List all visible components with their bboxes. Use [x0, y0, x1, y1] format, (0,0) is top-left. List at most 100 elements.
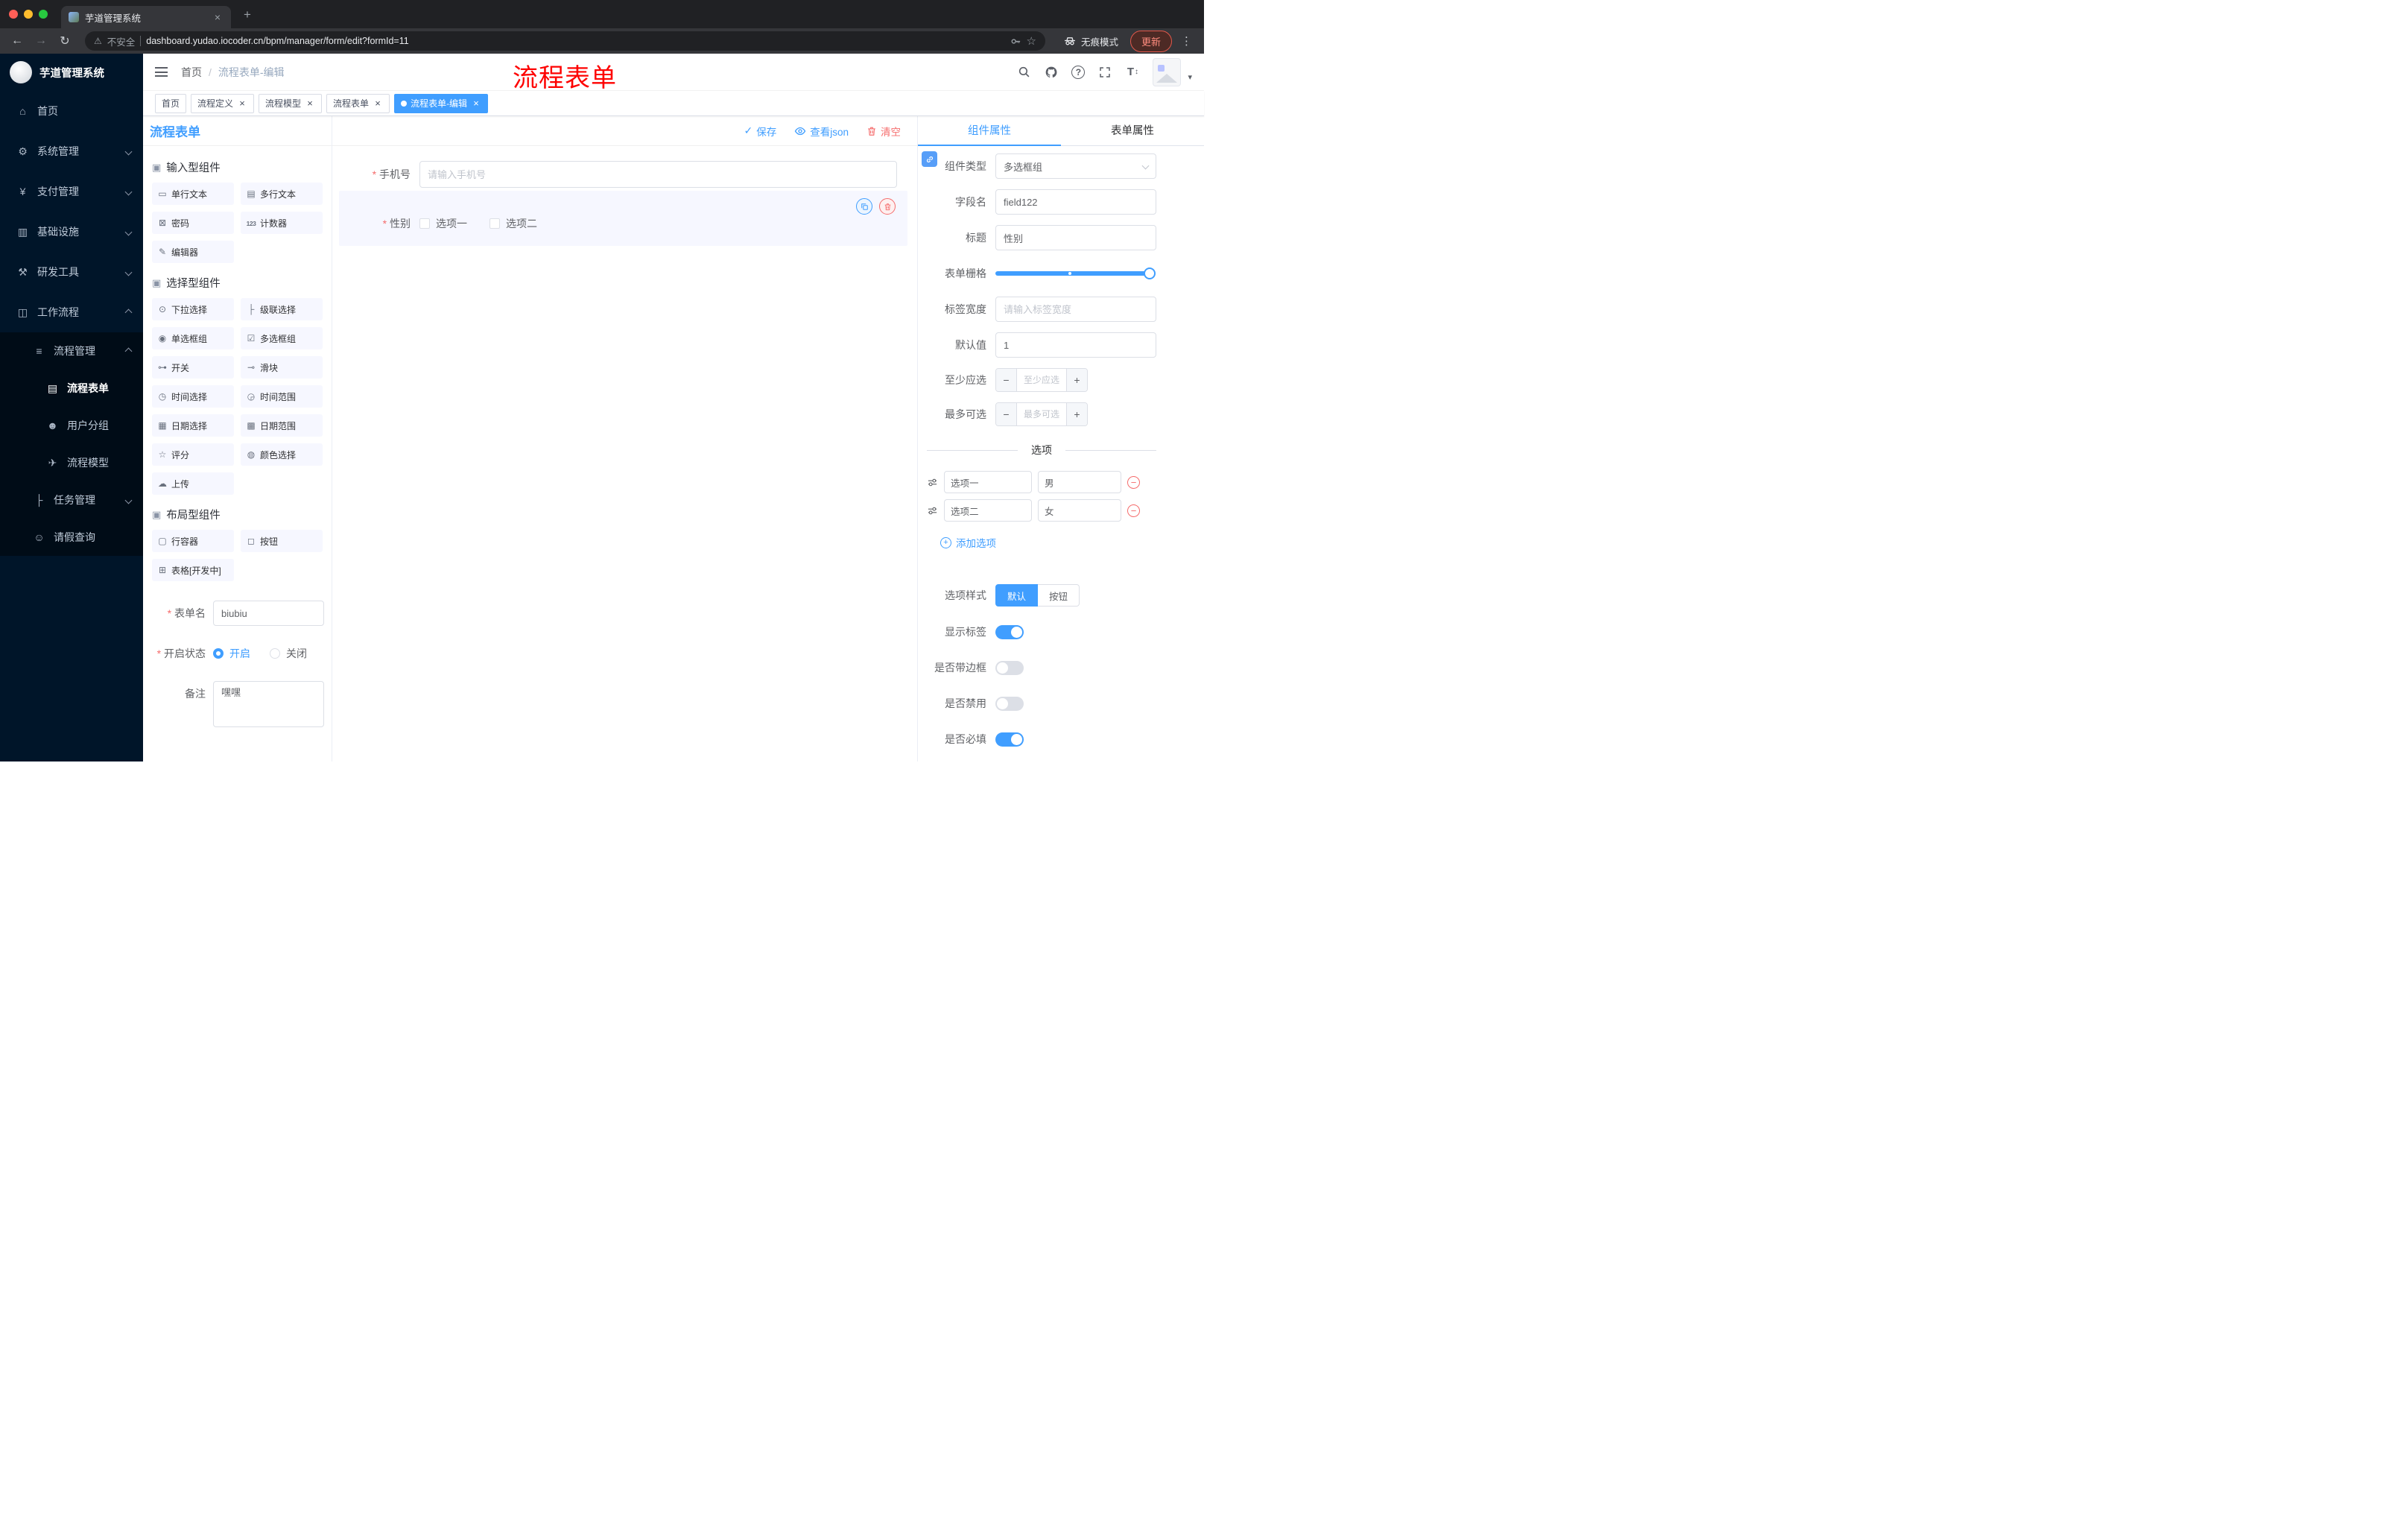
bookmark-star-icon[interactable]	[1027, 34, 1036, 48]
sidebar-item-process-mgmt[interactable]: 流程管理	[0, 332, 143, 370]
back-button[interactable]	[7, 31, 27, 51]
palette-item-checkbox-group[interactable]: 多选框组	[241, 327, 323, 349]
sidebar-item-devtools[interactable]: 研发工具	[0, 252, 143, 292]
tag-process-form[interactable]: 流程表单	[326, 93, 390, 113]
palette-item-date-picker[interactable]: 日期选择	[152, 414, 234, 437]
caret-down-icon[interactable]	[1188, 72, 1192, 82]
sidebar-item-infra[interactable]: 基础设施	[0, 212, 143, 252]
minus-button[interactable]	[996, 369, 1017, 391]
option-value-input[interactable]	[1038, 471, 1121, 493]
close-icon[interactable]	[305, 98, 315, 109]
view-json-button[interactable]: 查看json	[794, 124, 849, 139]
palette-item-table[interactable]: 表格[开发中]	[152, 559, 234, 581]
palette-item-editor[interactable]: 编辑器	[152, 241, 234, 263]
copy-component-button[interactable]	[856, 198, 872, 215]
min-select-input[interactable]	[1017, 369, 1066, 391]
max-select-input[interactable]	[1017, 403, 1066, 425]
palette-item-switch[interactable]: 开关	[152, 356, 234, 379]
palette-item-color-picker[interactable]: 颜色选择	[241, 443, 323, 466]
checkbox-option-1[interactable]: 选项一	[419, 216, 467, 231]
sidebar-toggle-icon[interactable]	[155, 67, 168, 77]
option-label-input[interactable]	[944, 471, 1032, 493]
palette-item-multi-text[interactable]: 多行文本	[241, 183, 323, 205]
palette-item-password[interactable]: 密码	[152, 212, 234, 234]
form-grid-slider[interactable]	[995, 267, 1156, 279]
close-icon[interactable]	[471, 98, 481, 109]
browser-tab[interactable]: 芋道管理系统	[61, 6, 231, 28]
tab-close-icon[interactable]	[212, 11, 224, 23]
palette-item-time-range[interactable]: 时间范围	[241, 385, 323, 408]
close-icon[interactable]	[237, 98, 247, 109]
update-button[interactable]: 更新	[1129, 30, 1172, 52]
sidebar-item-leave-query[interactable]: 请假查询	[0, 519, 143, 556]
sidebar-item-task-mgmt[interactable]: 任务管理	[0, 481, 143, 519]
tag-process-definition[interactable]: 流程定义	[191, 93, 255, 113]
sidebar-item-process-model[interactable]: 流程模型	[0, 444, 143, 481]
sidebar-item-process-form[interactable]: 流程表单	[0, 370, 143, 407]
disabled-toggle[interactable]	[995, 696, 1024, 711]
sidebar-item-user-group[interactable]: 用户分组	[0, 407, 143, 444]
browser-menu-icon[interactable]	[1181, 34, 1192, 48]
form-name-input[interactable]	[213, 601, 324, 626]
option-label-input[interactable]	[944, 499, 1032, 522]
tag-process-model[interactable]: 流程模型	[259, 93, 323, 113]
radio-on[interactable]	[213, 648, 224, 659]
checkbox-icon[interactable]	[419, 218, 430, 229]
address-bar[interactable]: 不安全 dashboard.yudao.iocoder.cn/bpm/manag…	[85, 31, 1045, 51]
checkbox-option-2[interactable]: 选项二	[489, 216, 537, 231]
drag-handle-icon[interactable]	[927, 505, 938, 516]
palette-item-select[interactable]: 下拉选择	[152, 298, 234, 320]
tab-component-props[interactable]: 组件属性	[918, 116, 1061, 146]
palette-item-single-text[interactable]: 单行文本	[152, 183, 234, 205]
delete-component-button[interactable]	[879, 198, 896, 215]
breadcrumb-home[interactable]: 首页	[181, 65, 202, 80]
form-remark-textarea[interactable]: 嘿嘿	[213, 681, 324, 727]
reload-button[interactable]	[55, 31, 75, 51]
palette-item-cascader[interactable]: 级联选择	[241, 298, 323, 320]
title-input[interactable]	[995, 225, 1156, 250]
tab-form-props[interactable]: 表单属性	[1061, 116, 1204, 145]
minus-button[interactable]	[996, 403, 1017, 425]
sidebar-item-system[interactable]: 系统管理	[0, 131, 143, 171]
window-minimize-button[interactable]	[24, 10, 33, 19]
radio-off[interactable]	[270, 648, 280, 659]
remove-option-button[interactable]	[1127, 475, 1140, 489]
palette-item-button[interactable]: 按钮	[241, 530, 323, 552]
font-size-icon[interactable]	[1125, 65, 1140, 80]
search-icon[interactable]	[1016, 65, 1031, 80]
component-type-select[interactable]: 多选框组	[995, 153, 1156, 179]
default-value-input[interactable]	[995, 332, 1156, 358]
remove-option-button[interactable]	[1127, 504, 1140, 517]
app-logo[interactable]: 芋道管理系统	[0, 54, 143, 91]
key-icon[interactable]	[1010, 36, 1021, 47]
close-icon[interactable]	[373, 98, 383, 109]
help-icon[interactable]	[1071, 65, 1086, 79]
sidebar-item-payment[interactable]: 支付管理	[0, 171, 143, 212]
plus-button[interactable]	[1066, 369, 1087, 391]
tag-process-form-edit[interactable]: 流程表单-编辑	[394, 93, 489, 113]
drag-handle-icon[interactable]	[927, 477, 938, 488]
forward-button[interactable]	[31, 31, 51, 51]
show-label-toggle[interactable]	[995, 624, 1024, 639]
add-option-button[interactable]: 添加选项	[940, 535, 996, 550]
window-close-button[interactable]	[9, 10, 18, 19]
label-width-input[interactable]	[995, 297, 1156, 322]
gender-component-selected[interactable]: 性别 选项一 选项二	[339, 191, 907, 246]
style-default-button[interactable]: 默认	[995, 584, 1039, 607]
user-avatar[interactable]	[1153, 57, 1182, 86]
palette-item-time-picker[interactable]: 时间选择	[152, 385, 234, 408]
border-toggle[interactable]	[995, 660, 1024, 675]
plus-button[interactable]	[1066, 403, 1087, 425]
phone-input[interactable]	[419, 161, 897, 188]
checkbox-icon[interactable]	[489, 218, 500, 229]
palette-item-date-range[interactable]: 日期范围	[241, 414, 323, 437]
github-icon[interactable]	[1044, 65, 1059, 80]
clear-button[interactable]: 清空	[866, 124, 901, 139]
palette-item-radio-group[interactable]: 单选框组	[152, 327, 234, 349]
tag-home[interactable]: 首页	[155, 93, 187, 113]
option-value-input[interactable]	[1038, 499, 1121, 522]
sidebar-item-workflow[interactable]: 工作流程	[0, 292, 143, 332]
fullscreen-icon[interactable]	[1097, 65, 1112, 80]
palette-item-counter[interactable]: 计数器	[241, 212, 323, 234]
field-name-input[interactable]	[995, 189, 1156, 215]
